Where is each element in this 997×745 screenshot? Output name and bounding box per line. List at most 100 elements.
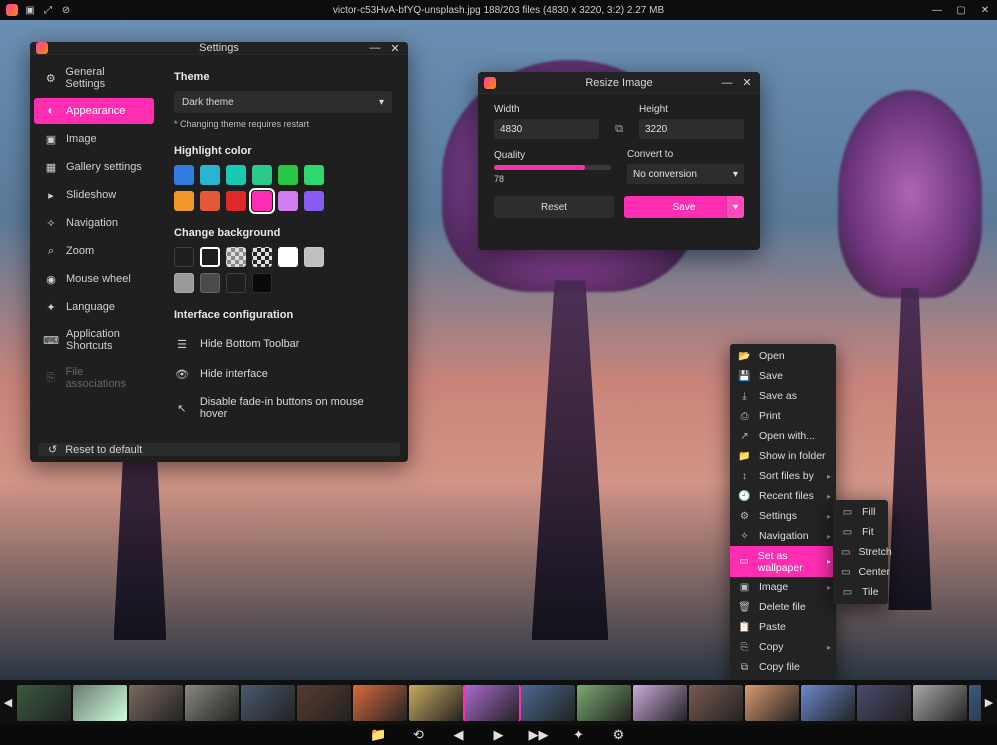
thumbnail[interactable] <box>129 685 183 721</box>
close-icon[interactable]: ✕ <box>386 40 404 56</box>
settings-icon[interactable]: ⚙ <box>610 726 628 744</box>
thumbnail[interactable] <box>73 685 127 721</box>
background-swatch[interactable] <box>200 273 220 293</box>
minimize-button[interactable]: — <box>925 0 949 20</box>
sidebar-item-image[interactable]: ▣Image <box>34 126 154 152</box>
wallpaper-tile[interactable]: ▭Tile <box>833 582 888 602</box>
color-swatch[interactable] <box>252 191 272 211</box>
background-swatch[interactable] <box>174 273 194 293</box>
width-input[interactable] <box>494 119 599 139</box>
height-input[interactable] <box>639 119 744 139</box>
close-icon[interactable]: ✕ <box>738 75 756 91</box>
interface-toggle-hide-bottom-toolbar[interactable]: ☰Hide Bottom Toolbar <box>174 329 392 359</box>
thumbnail[interactable] <box>857 685 911 721</box>
sidebar-item-slideshow[interactable]: ▸Slideshow <box>34 182 154 208</box>
folder-icon[interactable]: 📁 <box>370 726 388 744</box>
interface-toggle-hide-interface[interactable]: 👁Hide interface <box>174 359 392 389</box>
thumbnail[interactable] <box>185 685 239 721</box>
background-swatch[interactable] <box>200 247 220 267</box>
color-swatch[interactable] <box>304 165 324 185</box>
sidebar-item-general-settings[interactable]: ⚙General Settings <box>34 60 154 96</box>
color-swatch[interactable] <box>304 191 324 211</box>
color-swatch[interactable] <box>278 165 298 185</box>
minimize-icon[interactable]: — <box>718 75 736 91</box>
ctx-navigation[interactable]: ✧Navigation▸ <box>730 526 836 546</box>
background-swatch[interactable] <box>174 247 194 267</box>
reset-button[interactable]: Reset <box>494 196 614 218</box>
sidebar-item-appearance[interactable]: ◐Appearance <box>34 98 154 124</box>
thumbnail[interactable] <box>241 685 295 721</box>
thumbnail[interactable] <box>353 685 407 721</box>
next-icon[interactable]: ▶▶ <box>530 726 548 744</box>
color-swatch[interactable] <box>174 191 194 211</box>
background-swatch[interactable] <box>226 247 246 267</box>
background-swatch[interactable] <box>278 247 298 267</box>
reset-default-button[interactable]: ↺ Reset to default <box>38 443 400 456</box>
wallpaper-center[interactable]: ▭Center <box>833 562 888 582</box>
thumbnail[interactable] <box>17 685 71 721</box>
sidebar-item-gallery-settings[interactable]: ▦Gallery settings <box>34 154 154 180</box>
ctx-copy[interactable]: ⎘Copy▸ <box>730 637 836 657</box>
theme-select[interactable]: Dark theme ▾ <box>174 91 392 113</box>
thumbnail[interactable] <box>745 685 799 721</box>
rotate-icon[interactable]: ⟲ <box>410 726 428 744</box>
save-button[interactable]: Save ▾ <box>624 196 744 218</box>
ctx-show-in-folder[interactable]: 📁Show in folder <box>730 446 836 466</box>
background-swatch[interactable] <box>226 273 246 293</box>
thumbnail[interactable] <box>969 685 981 721</box>
thumb-next-button[interactable]: ▶ <box>981 680 997 725</box>
prev-icon[interactable]: ◀ <box>450 726 468 744</box>
thumbnail[interactable] <box>689 685 743 721</box>
interface-toggle-disable-fade-in-buttons-on-mouse-hover[interactable]: ↖Disable fade-in buttons on mouse hover <box>174 389 392 427</box>
color-swatch[interactable] <box>252 165 272 185</box>
quality-slider[interactable] <box>494 165 611 170</box>
ctx-set-as-wallpaper[interactable]: ▭Set as wallpaper▸ <box>730 546 836 577</box>
thumbnail[interactable] <box>521 685 575 721</box>
restore-icon[interactable]: ⤢ <box>42 4 54 16</box>
minimize-icon[interactable]: — <box>366 40 384 56</box>
thumbnail[interactable] <box>297 685 351 721</box>
ctx-copy-file[interactable]: ⧉Copy file <box>730 657 836 677</box>
image-icon[interactable]: ▣ <box>24 4 36 16</box>
thumbnail[interactable] <box>465 685 519 721</box>
ctx-open-with-[interactable]: ↗Open with... <box>730 426 836 446</box>
save-dropdown-icon[interactable]: ▾ <box>726 196 744 218</box>
convert-select[interactable]: No conversion ▾ <box>627 164 744 184</box>
ctx-print[interactable]: ⎙Print <box>730 406 836 426</box>
ctx-save-as[interactable]: ⤓Save as <box>730 386 836 406</box>
background-swatch[interactable] <box>252 247 272 267</box>
ctx-paste[interactable]: 📋Paste <box>730 617 836 637</box>
thumb-prev-button[interactable]: ◀ <box>0 680 16 725</box>
sidebar-item-navigation[interactable]: ✧Navigation <box>34 210 154 236</box>
ctx-image[interactable]: ▣Image▸ <box>730 577 836 597</box>
play-icon[interactable]: ▶ <box>490 726 508 744</box>
slideshow-icon[interactable]: ✦ <box>570 726 588 744</box>
color-swatch[interactable] <box>200 165 220 185</box>
aspect-lock-icon[interactable]: ⧉ <box>609 119 629 139</box>
color-swatch[interactable] <box>226 191 246 211</box>
wallpaper-stretch[interactable]: ▭Stretch <box>833 542 888 562</box>
wallpaper-fill[interactable]: ▭Fill <box>833 502 888 522</box>
sidebar-item-application-shortcuts[interactable]: ⌨Application Shortcuts <box>34 322 154 358</box>
sidebar-item-zoom[interactable]: ⌕Zoom <box>34 238 154 264</box>
ctx-settings[interactable]: ⚙Settings▸ <box>730 506 836 526</box>
ctx-delete-file[interactable]: 🗑Delete file <box>730 597 836 617</box>
color-swatch[interactable] <box>174 165 194 185</box>
thumbnail-scroll[interactable] <box>16 685 981 721</box>
background-swatch[interactable] <box>252 273 272 293</box>
ctx-sort-files-by[interactable]: ↕Sort files by▸ <box>730 466 836 486</box>
ctx-recent-files[interactable]: 🕘Recent files▸ <box>730 486 836 506</box>
close-button[interactable]: ✕ <box>973 0 997 20</box>
thumbnail[interactable] <box>801 685 855 721</box>
maximize-button[interactable]: ▢ <box>949 0 973 20</box>
ctx-open[interactable]: 📂Open <box>730 346 836 366</box>
thumbnail[interactable] <box>913 685 967 721</box>
thumbnail[interactable] <box>577 685 631 721</box>
color-swatch[interactable] <box>226 165 246 185</box>
link-icon[interactable]: ⊘ <box>60 4 72 16</box>
background-swatch[interactable] <box>304 247 324 267</box>
sidebar-item-language[interactable]: ✦Language <box>34 294 154 320</box>
ctx-save[interactable]: 💾Save <box>730 366 836 386</box>
thumbnail[interactable] <box>409 685 463 721</box>
color-swatch[interactable] <box>200 191 220 211</box>
